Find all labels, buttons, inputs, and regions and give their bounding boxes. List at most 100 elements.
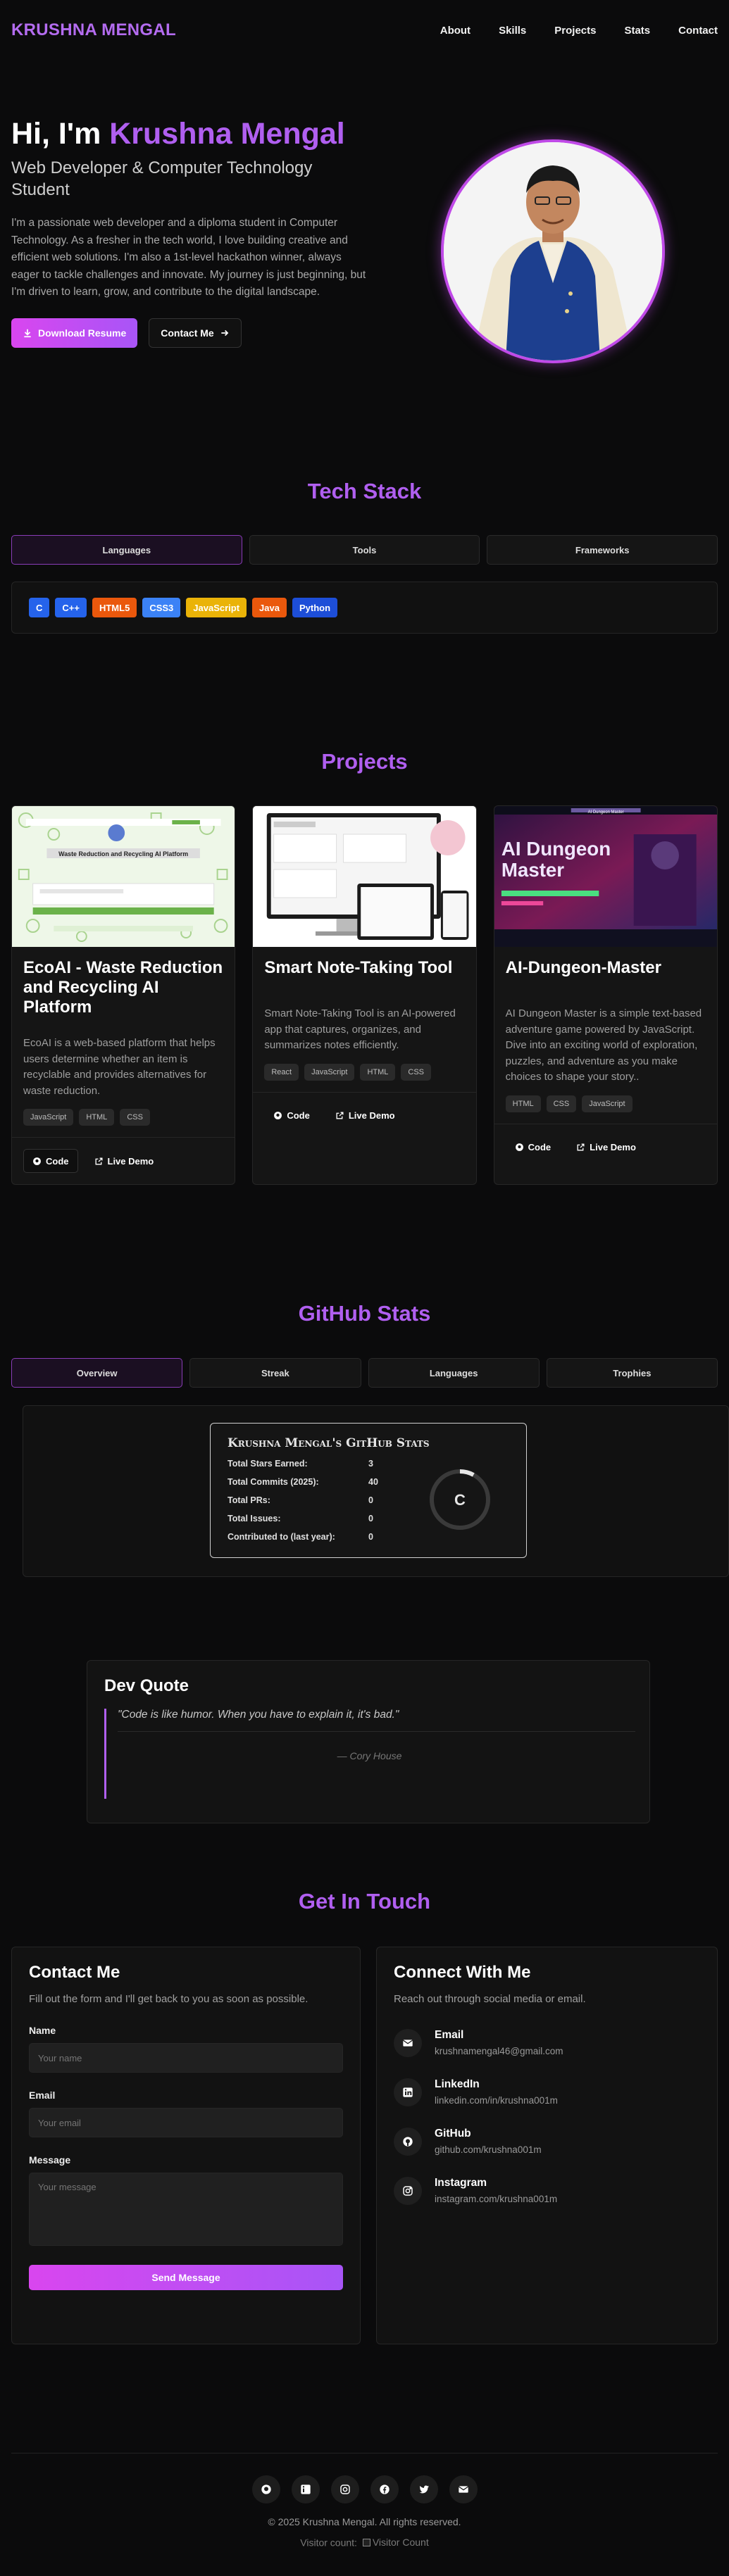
projects-title: Projects <box>321 749 408 774</box>
profile-photo <box>444 142 662 360</box>
visitor-count: Visitor count: Visitor Count <box>0 2537 729 2549</box>
visitor-count-label: Visitor count: <box>300 2537 357 2549</box>
footer-facebook-icon[interactable] <box>370 2475 399 2503</box>
hero-buttons: Download Resume Contact Me <box>11 318 370 348</box>
tab-frameworks[interactable]: Frameworks <box>487 535 718 565</box>
social-instagram[interactable]: Instagram instagram.com/krushna001m <box>394 2177 700 2205</box>
project-tags: HTML CSS JavaScript <box>505 1095 706 1112</box>
tech-tabs-wrap: Languages Tools Frameworks <box>0 535 729 565</box>
nav-link-skills[interactable]: Skills <box>499 25 526 37</box>
name-input[interactable] <box>29 2043 343 2073</box>
grade-letter: C <box>454 1491 466 1509</box>
tag: CSS <box>120 1109 150 1126</box>
footer-github-icon[interactable] <box>251 2475 280 2503</box>
download-icon <box>24 329 31 337</box>
project-description: Smart Note-Taking Tool is an AI-powered … <box>264 1007 456 1051</box>
live-demo-button[interactable]: Live Demo <box>567 1136 645 1160</box>
nav-link-about[interactable]: About <box>440 25 471 37</box>
stat-key: Total Issues: <box>228 1514 281 1523</box>
footer-twitter-icon[interactable] <box>409 2475 438 2503</box>
contact-form-title: Contact Me <box>29 1963 120 1982</box>
external-link-icon <box>577 1143 585 1151</box>
projects-section: Waste Reduction and Recycling AI Platfor… <box>0 805 729 1185</box>
send-message-button[interactable]: Send Message <box>29 2265 343 2290</box>
github-icon <box>515 1143 523 1151</box>
top-nav: KRUSHNA MENGAL About Skills Projects Sta… <box>0 0 729 61</box>
quote-text: "Code is like humor. When you have to ex… <box>118 1709 399 1721</box>
github-stats-card: Krushna Mengal's GitHub Stats Total Star… <box>210 1423 527 1558</box>
footer-mail-icon[interactable] <box>449 2475 478 2503</box>
social-email[interactable]: Email krushnamengal46@gmail.com <box>394 2029 700 2057</box>
nav-link-contact[interactable]: Contact <box>678 25 718 37</box>
social-name: GitHub <box>435 2128 471 2140</box>
footer-linkedin-icon[interactable] <box>291 2475 320 2503</box>
hero-name: Krushna Mengal <box>109 117 345 151</box>
tab-languages[interactable]: Languages <box>11 535 242 565</box>
code-button[interactable]: Code <box>264 1104 319 1128</box>
download-resume-button[interactable]: Download Resume <box>11 318 138 348</box>
nav-link-stats[interactable]: Stats <box>624 25 650 37</box>
tag: HTML <box>360 1063 396 1081</box>
project-actions: Code Live Demo <box>494 1123 717 1171</box>
social-name: LinkedIn <box>435 2078 480 2090</box>
chip-c: C <box>29 598 50 617</box>
hero-title: Hi, I'm Krushna Mengal <box>11 117 370 151</box>
project-card-ai-dungeon: AI Dungeon Master AI Dungeon Master AI-D… <box>493 805 718 1185</box>
svg-text:Master: Master <box>501 859 564 881</box>
hero-greeting: Hi, I'm <box>11 117 110 151</box>
tab-streak[interactable]: Streak <box>189 1358 361 1388</box>
live-demo-button[interactable]: Live Demo <box>326 1104 404 1128</box>
brand-logo[interactable]: KRUSHNA MENGAL <box>11 20 176 40</box>
tech-panel: C C++ HTML5 CSS3 JavaScript Java Python <box>11 582 718 634</box>
live-demo-label: Live Demo <box>107 1155 154 1167</box>
github-icon <box>274 1112 282 1119</box>
tech-panel-wrap: C C++ HTML5 CSS3 JavaScript Java Python <box>0 582 729 634</box>
code-button[interactable]: Code <box>23 1149 78 1173</box>
tab-tools[interactable]: Tools <box>249 535 480 565</box>
nav-link-projects[interactable]: Projects <box>554 25 596 37</box>
dev-quote-card: Dev Quote "Code is like humor. When you … <box>87 1660 650 1823</box>
nav-links: About Skills Projects Stats Contact <box>440 25 718 37</box>
tag: React <box>264 1063 299 1081</box>
quote-author: — Cory House <box>337 1750 402 1761</box>
social-linkedin[interactable]: LinkedIn linkedin.com/in/krushna001m <box>394 2078 700 2106</box>
footer-instagram-icon[interactable] <box>330 2475 359 2503</box>
name-label: Name <box>29 2025 56 2036</box>
contact-form-card: Contact Me Fill out the form and I'll ge… <box>11 1947 361 2344</box>
social-value: instagram.com/krushna001m <box>435 2194 558 2204</box>
visitor-count-alt: Visitor Count <box>372 2537 429 2548</box>
stat-row: Contributed to (last year): 0 <box>228 1532 509 1542</box>
tab-languages[interactable]: Languages <box>368 1358 540 1388</box>
grade-ring: C <box>430 1469 490 1530</box>
tab-trophies[interactable]: Trophies <box>546 1358 718 1388</box>
stat-value: 0 <box>368 1514 373 1523</box>
project-cards: Waste Reduction and Recycling AI Platfor… <box>0 805 729 1185</box>
project-card-smart-notes: Smart Note-Taking Tool Smart Note-Taking… <box>252 805 477 1185</box>
contact-me-button[interactable]: Contact Me <box>149 318 242 348</box>
live-demo-button[interactable]: Live Demo <box>85 1149 163 1173</box>
project-title: Smart Note-Taking Tool <box>264 958 453 977</box>
footer-copyright: © 2025 Krushna Mengal. All rights reserv… <box>268 2516 461 2527</box>
tag: CSS <box>401 1063 432 1081</box>
svg-text:AI Dungeon: AI Dungeon <box>501 838 611 860</box>
github-tabs: Overview Streak Languages Trophies <box>0 1358 729 1388</box>
project-image-ecoai: Waste Reduction and Recycling AI Platfor… <box>12 806 235 947</box>
profile-avatar <box>441 139 665 363</box>
tech-stack-section: Tech Stack <box>0 479 729 504</box>
github-icon <box>394 2128 422 2156</box>
code-button[interactable]: Code <box>506 1136 561 1160</box>
message-input[interactable] <box>29 2173 343 2246</box>
tab-overview[interactable]: Overview <box>11 1358 183 1388</box>
tech-tabs: Languages Tools Frameworks <box>0 535 729 565</box>
project-image-smart-notes <box>253 806 476 947</box>
instagram-icon <box>394 2177 422 2205</box>
stats-card-title: Krushna Mengal's GitHub Stats <box>228 1436 430 1450</box>
project-tags: React JavaScript HTML CSS <box>264 1063 464 1081</box>
ai-dungeon-screenshot: AI Dungeon Master AI Dungeon Master <box>494 806 717 947</box>
visitor-count-image: Visitor Count <box>362 2537 429 2548</box>
email-input[interactable] <box>29 2108 343 2137</box>
tag: JavaScript <box>23 1109 74 1126</box>
social-github[interactable]: GitHub github.com/krushna001m <box>394 2128 700 2156</box>
project-body-ecoai: EcoAI - Waste Reduction and Recycling AI… <box>12 947 235 1137</box>
social-name: Instagram <box>435 2177 487 2189</box>
